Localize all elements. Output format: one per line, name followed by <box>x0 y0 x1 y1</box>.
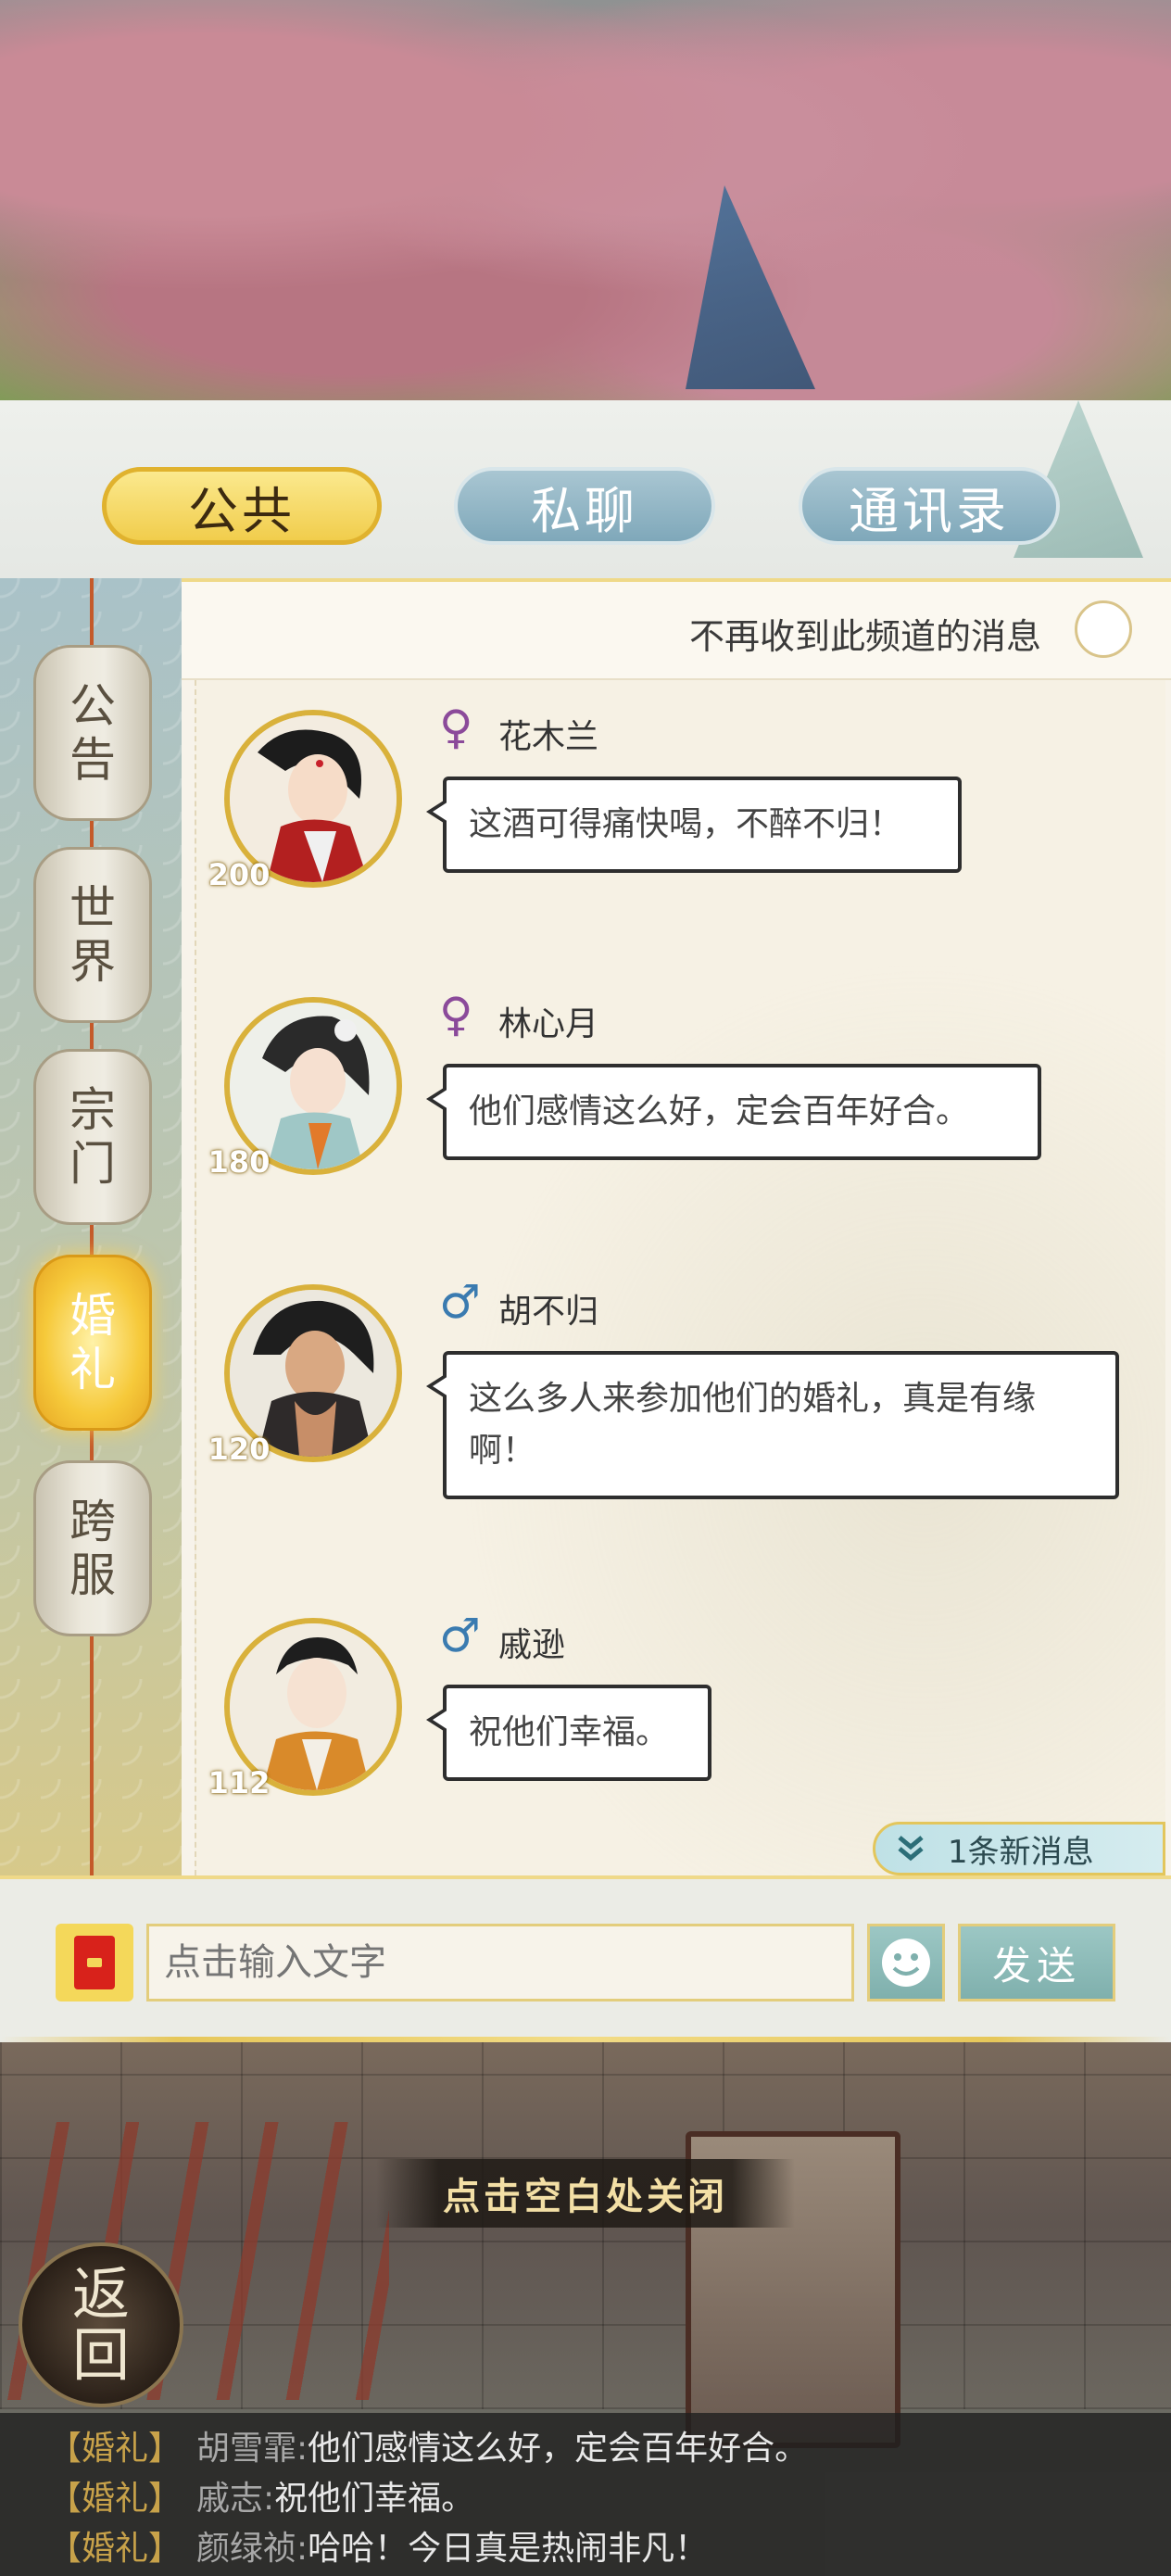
channel-label-char: 服 <box>69 1548 116 1602</box>
channel-label-char: 礼 <box>69 1343 116 1396</box>
sender-name[interactable]: 戚逊 <box>498 1618 565 1666</box>
ticker-sender: 胡雪霏: <box>196 2430 308 2468</box>
red-envelope-icon <box>74 1936 115 1989</box>
channel-cross-server[interactable]: 跨 服 <box>33 1460 152 1636</box>
channel-label-char: 跨 <box>69 1495 116 1548</box>
ticker-line: 【婚礼】 胡雪霏:他们感情这么好，定会百年好合。 <box>0 2424 1171 2474</box>
smiley-icon <box>882 1938 930 1987</box>
return-button[interactable]: 返 回 <box>19 2242 183 2407</box>
channel-announcement[interactable]: 公 告 <box>33 645 152 821</box>
channel-label-char: 世 <box>69 881 116 935</box>
channel-label-char: 告 <box>69 733 116 787</box>
message-bubble: 他们感情这么好，定会百年好合。 <box>426 1064 1041 1160</box>
chat-ticker[interactable]: 【婚礼】 胡雪霏:他们感情这么好，定会百年好合。 【婚礼】 戚志:祝他们幸福。 【婚… <box>0 2413 1171 2576</box>
female-icon: ♀ <box>439 988 473 1042</box>
female-icon: ♀ <box>439 701 473 754</box>
tab-private[interactable]: 私聊 <box>454 467 715 545</box>
message-bubble: 祝他们幸福。 <box>426 1685 711 1781</box>
send-button[interactable]: 发送 <box>958 1924 1115 2001</box>
male-icon: ♂ <box>439 1275 481 1329</box>
ticker-sender: 戚志: <box>196 2480 275 2518</box>
chat-input[interactable] <box>146 1924 854 2001</box>
channel-sect[interactable]: 宗 门 <box>33 1049 152 1225</box>
male-icon: ♂ <box>439 1609 481 1662</box>
ticker-text: 他们感情这么好，定会百年好合。 <box>308 2430 809 2468</box>
message-bubble: 这酒可得痛快喝，不醉不归！ <box>426 777 962 873</box>
sender-name[interactable]: 胡不归 <box>498 1284 598 1332</box>
ticker-channel-tag: 【婚礼】 <box>48 2430 183 2468</box>
chat-panel: 公共 私聊 通讯录 公 告 世 界 宗 门 婚 礼 跨 服 不再收到此频道的消息 <box>0 400 1171 2042</box>
return-label-char: 返 <box>71 2260 130 2328</box>
mute-toggle[interactable] <box>1075 600 1132 658</box>
ticker-channel-tag: 【婚礼】 <box>48 2480 183 2518</box>
close-hint: 点击空白处关闭 <box>376 2159 795 2228</box>
input-row: 发送 <box>0 1875 1171 2042</box>
red-envelope-button[interactable] <box>56 1924 133 2001</box>
channel-label-char: 公 <box>69 679 116 733</box>
channel-world[interactable]: 世 界 <box>33 847 152 1023</box>
channel-label-char: 界 <box>69 935 116 989</box>
ticker-text: 哈哈！今日真是热闹非凡！ <box>308 2530 709 2568</box>
ticker-sender: 颜绿祯: <box>196 2530 308 2568</box>
ticker-text: 祝他们幸福。 <box>274 2480 475 2518</box>
chat-content: 不再收到此频道的消息 200 ♀ 花木兰 这酒可得痛快喝，不醉不归！ 180 ♀… <box>182 578 1171 1879</box>
channel-sidebar: 公 告 世 界 宗 门 婚 礼 跨 服 <box>0 578 182 1968</box>
tab-public[interactable]: 公共 <box>102 467 382 545</box>
background-scenery-top[interactable] <box>0 0 1171 417</box>
sender-name[interactable]: 林心月 <box>498 997 598 1045</box>
message-bubble: 这么多人来参加他们的婚礼，真是有缘啊！ <box>426 1351 1119 1499</box>
return-label-char: 回 <box>71 2321 130 2389</box>
ticker-channel-tag: 【婚礼】 <box>48 2530 183 2568</box>
mute-bar: 不再收到此频道的消息 <box>182 582 1171 680</box>
mute-label: 不再收到此频道的消息 <box>688 616 1041 657</box>
level-badge: 200 <box>208 849 271 901</box>
new-message-button[interactable]: 1条新消息 <box>873 1822 1165 1875</box>
level-badge: 120 <box>208 1423 271 1475</box>
channel-label-char: 宗 <box>69 1083 116 1137</box>
sender-name[interactable]: 花木兰 <box>498 710 598 758</box>
panel-bottom-border <box>0 2037 1171 2042</box>
emoji-button[interactable] <box>867 1924 945 2001</box>
ticker-line: 【婚礼】 戚志:祝他们幸福。 <box>0 2474 1171 2524</box>
level-badge: 180 <box>208 1136 271 1188</box>
channel-tabbar: 公共 私聊 通讯录 <box>0 400 1171 578</box>
ticker-line: 【婚礼】 颜绿祯:哈哈！今日真是热闹非凡！ <box>0 2524 1171 2574</box>
channel-label-char: 婚 <box>69 1289 116 1343</box>
tab-contacts[interactable]: 通讯录 <box>799 467 1060 545</box>
double-chevron-down-icon <box>898 1836 924 1862</box>
new-message-label: 1条新消息 <box>948 1833 1094 1871</box>
channel-label-char: 门 <box>69 1137 116 1191</box>
message-feed[interactable]: 200 ♀ 花木兰 这酒可得痛快喝，不醉不归！ 180 ♀ 林心月 他们感情这么… <box>195 680 1165 1875</box>
level-badge: 112 <box>208 1757 271 1809</box>
channel-wedding[interactable]: 婚 礼 <box>33 1255 152 1431</box>
